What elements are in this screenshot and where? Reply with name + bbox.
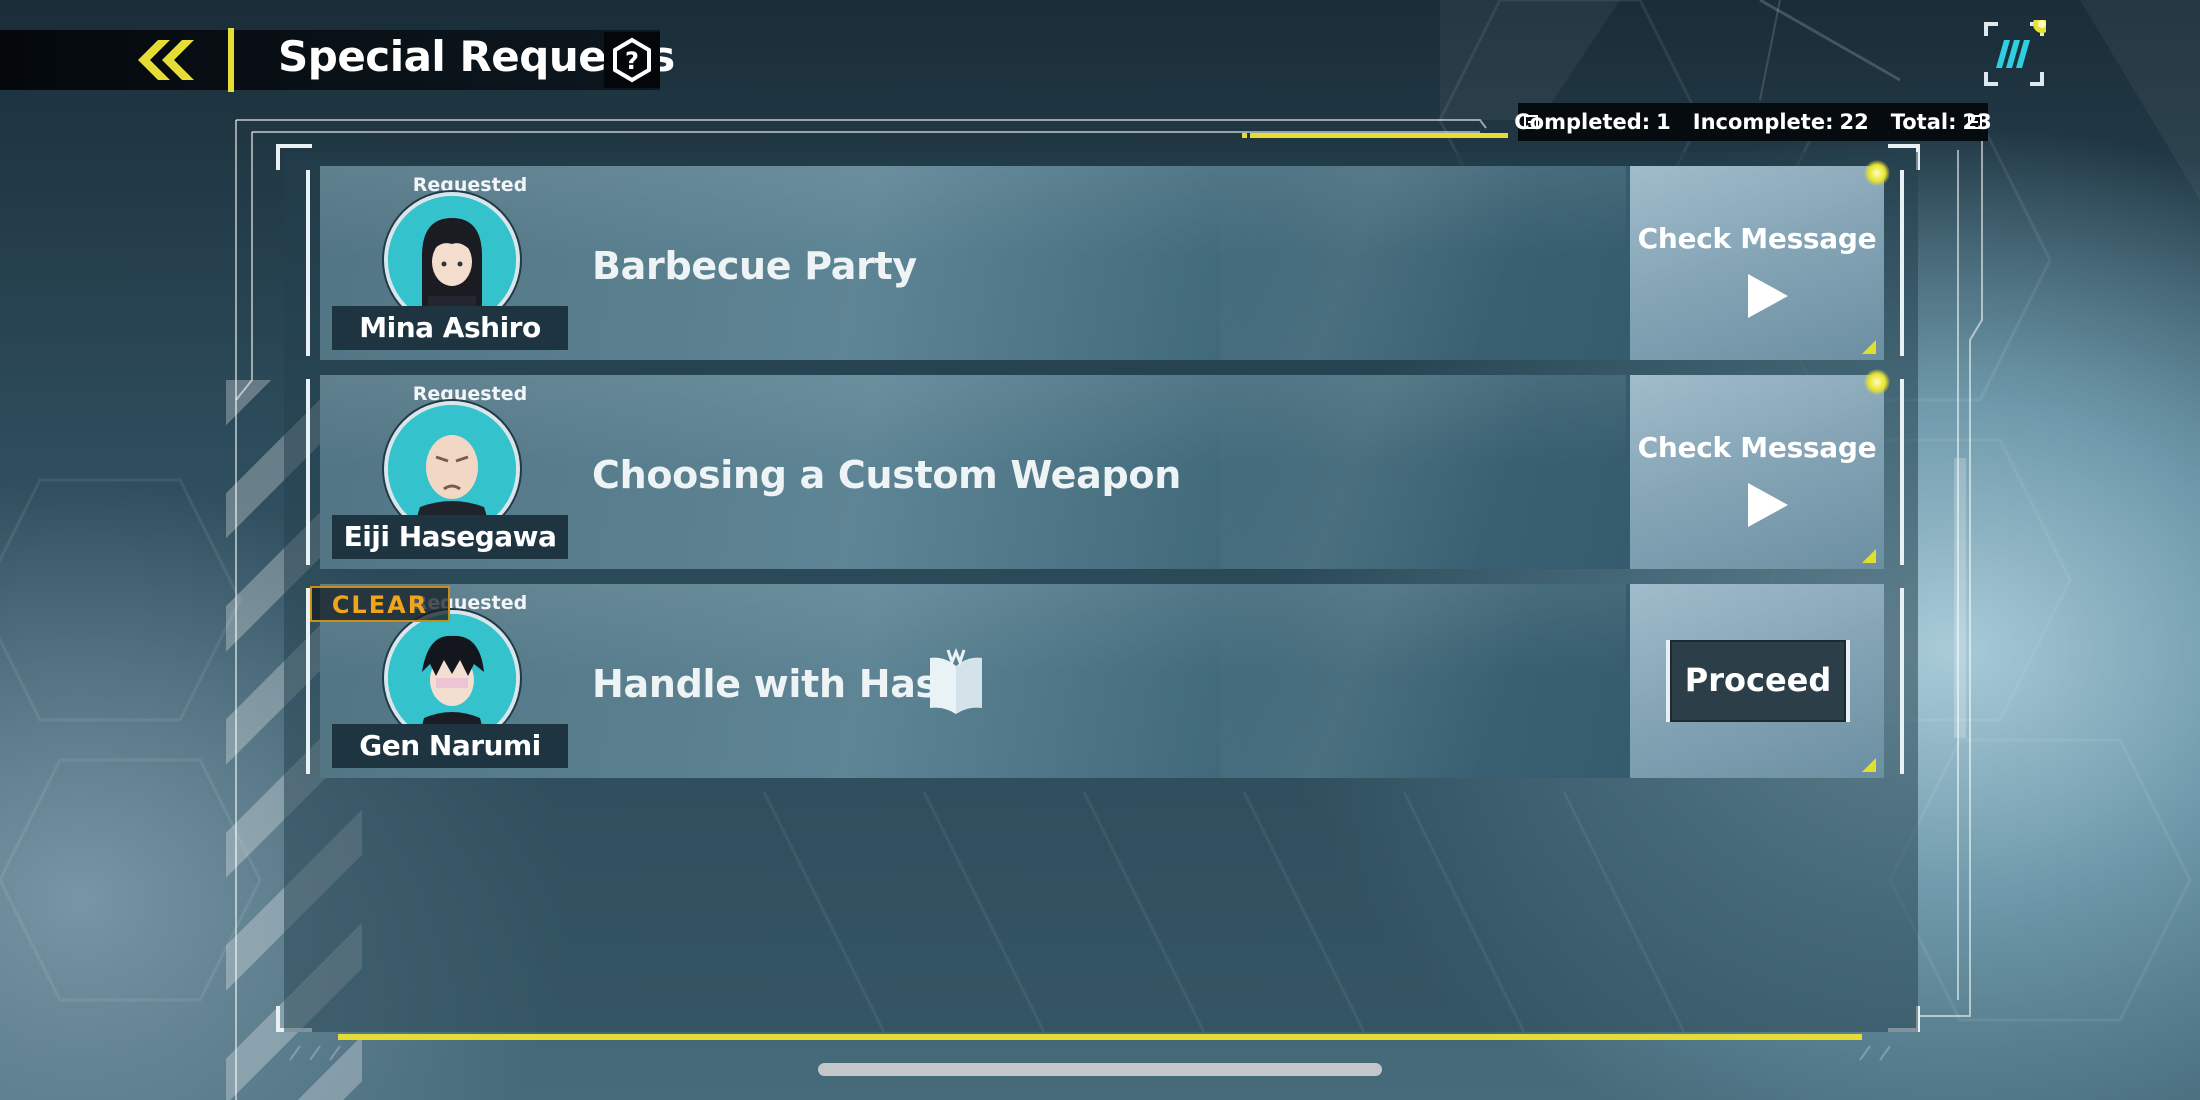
- play-icon: [1748, 483, 1788, 527]
- double-chevron-left-icon: [138, 40, 194, 80]
- proceed-panel: Proceed: [1630, 584, 1884, 778]
- incomplete-stat: Incomplete: 22: [1692, 110, 1869, 134]
- row-edge: [306, 379, 310, 565]
- play-icon: [1748, 274, 1788, 318]
- character-name: Gen Narumi: [332, 724, 568, 768]
- check-message-button[interactable]: Check Message: [1630, 369, 1890, 569]
- request-status: Requested: [412, 174, 528, 196]
- request-title: Choosing a Custom Weapon: [592, 453, 1181, 497]
- notification-dot: [1864, 369, 1890, 395]
- check-message-button[interactable]: Check Message: [1630, 160, 1890, 360]
- corner-triangle-icon: [1862, 549, 1876, 563]
- clear-badge: CLEAR: [310, 586, 450, 622]
- bracket-icon: [1524, 115, 1538, 129]
- request-title: Handle with Haste: [592, 662, 982, 706]
- panel-accent-bar: [1250, 133, 1508, 138]
- svg-text:?: ?: [625, 47, 639, 75]
- bracket-icon: [1968, 115, 1982, 129]
- back-button[interactable]: [130, 34, 200, 86]
- row-sheen: [1220, 166, 1560, 360]
- open-book-icon: [930, 648, 982, 714]
- request-status: Requested: [412, 383, 528, 405]
- row-sheen: [1220, 375, 1560, 569]
- check-message-label: Check Message: [1637, 222, 1877, 255]
- menu-button[interactable]: [1982, 15, 2051, 88]
- row-edge: [1900, 170, 1904, 356]
- row-edge: [1900, 379, 1904, 565]
- request-row[interactable]: Requested Mina Ashiro Barbecue Party Che…: [306, 160, 1904, 360]
- eiji-portrait-icon: [388, 405, 516, 533]
- mina-portrait-icon: [388, 196, 516, 324]
- proceed-button[interactable]: Proceed: [1666, 640, 1850, 722]
- character-name: Eiji Hasegawa: [332, 515, 568, 559]
- striped-badge-icon: [1984, 15, 2051, 86]
- corner-triangle-icon: [1862, 340, 1876, 354]
- progress-stats: Completed: 1 Incomplete: 22 Total: 23: [1514, 103, 1992, 141]
- home-indicator[interactable]: [818, 1063, 1382, 1076]
- request-row[interactable]: Requested Eiji Hasegawa Choosing a Custo…: [306, 369, 1904, 569]
- character-name: Mina Ashiro: [332, 306, 568, 350]
- check-message-label: Check Message: [1637, 431, 1877, 464]
- help-button[interactable]: ?: [604, 32, 660, 88]
- row-edge: [306, 170, 310, 356]
- title-divider: [228, 28, 234, 92]
- notification-dot: [1864, 160, 1890, 186]
- request-row[interactable]: Requested CLEAR Gen Narumi Handle with H…: [306, 584, 1904, 778]
- gen-portrait-icon: [388, 614, 516, 742]
- panel-accent-dot: [1242, 133, 1247, 138]
- row-edge: [1900, 588, 1904, 774]
- row-sheen: [1220, 584, 1560, 778]
- panel-bottom-bar: [338, 1034, 1862, 1040]
- help-icon: ?: [613, 37, 651, 83]
- request-title: Barbecue Party: [592, 244, 917, 288]
- corner-triangle-icon: [1862, 758, 1876, 772]
